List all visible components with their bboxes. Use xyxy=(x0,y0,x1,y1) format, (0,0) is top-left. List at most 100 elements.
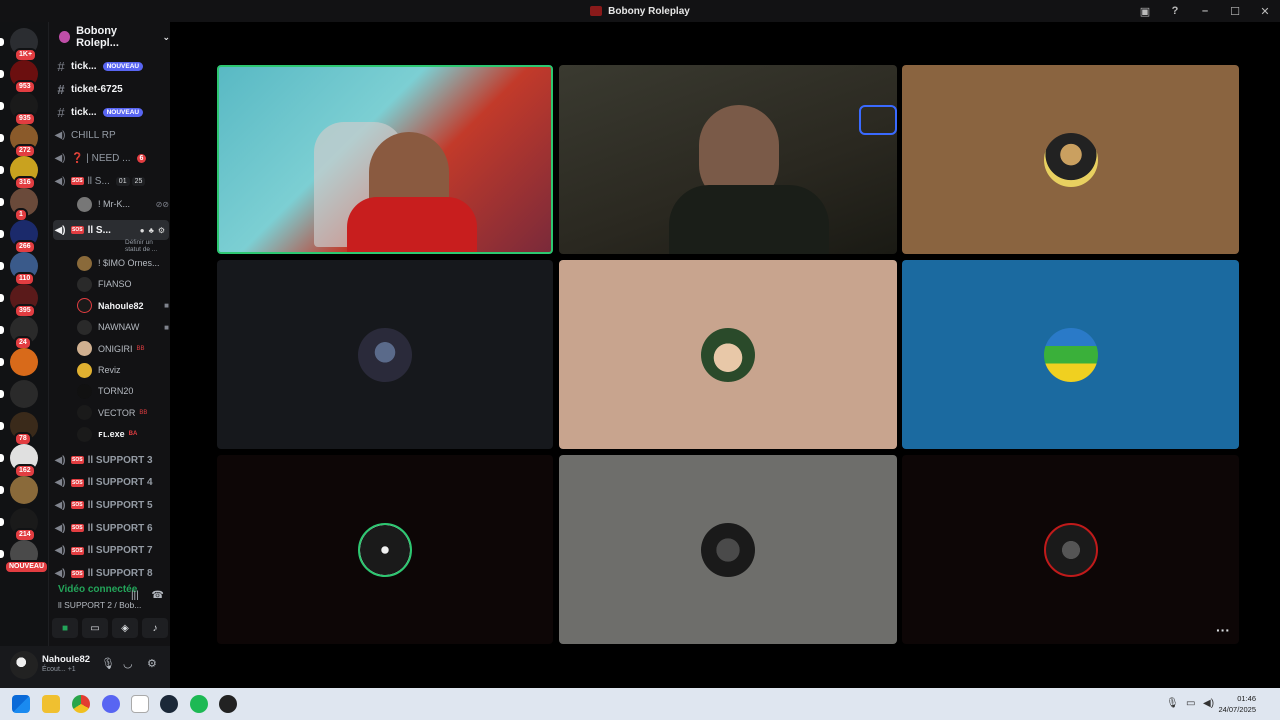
sos-icon: SOS xyxy=(71,524,84,533)
server-icon[interactable]: 110 xyxy=(10,252,38,286)
microphone-tray-icon[interactable]: 🎙 xyxy=(1166,698,1179,709)
voice-member[interactable]: TORN20 xyxy=(77,381,169,401)
windows-start-icon[interactable] xyxy=(12,695,30,713)
more-options-icon[interactable]: ··· xyxy=(1216,622,1230,638)
unread-pill xyxy=(0,38,4,46)
file-explorer-icon[interactable] xyxy=(42,695,60,713)
avatar xyxy=(77,426,92,442)
server-icon[interactable]: 214 xyxy=(10,508,38,542)
server-icon[interactable]: 272 xyxy=(10,124,38,158)
voice-member[interactable]: ONIGIRI BB xyxy=(77,339,169,359)
user-name: Nahoule82 xyxy=(42,654,91,665)
avatar xyxy=(77,405,92,421)
voice-member[interactable]: Reviz xyxy=(77,360,169,380)
video-tile-camera-1[interactable] xyxy=(217,65,553,254)
video-tile-avatar-1[interactable] xyxy=(902,65,1239,254)
server-icon[interactable]: 1K+ xyxy=(10,28,38,62)
set-status-prompt[interactable]: Définir un statut de ... xyxy=(125,239,170,253)
disconnect-icon[interactable]: ☎ xyxy=(152,590,164,601)
clock[interactable]: 01:46 24/07/2025 xyxy=(1218,693,1256,715)
volume-icon[interactable]: ◀) xyxy=(1203,698,1214,709)
server-icon[interactable]: 935 xyxy=(10,92,38,126)
activity-button[interactable]: ◈ xyxy=(112,618,138,638)
avatar xyxy=(77,255,92,271)
server-icon[interactable]: 395 xyxy=(10,284,38,318)
discord-taskbar-icon[interactable] xyxy=(102,695,120,713)
soundboard-button[interactable]: ♪ xyxy=(142,618,168,638)
inbox-icon[interactable]: ▣ xyxy=(1130,5,1160,18)
camera-icon: ■ xyxy=(164,322,169,332)
voice-channel-name[interactable]: ll SUPPORT 2 / Bob... xyxy=(58,600,141,610)
user-avatar xyxy=(701,327,755,382)
avatar xyxy=(77,298,92,314)
channel-support[interactable]: ◀) SOS ll SUPPORT 5 xyxy=(53,495,169,515)
channel-support[interactable]: ◀) SOS ll SUPPORT 4 xyxy=(53,473,169,493)
channel-need[interactable]: ◀) ❓ | NEED ... 6 xyxy=(53,148,169,168)
invite-icon[interactable]: ♣ xyxy=(149,226,154,235)
camera-button[interactable]: ■ xyxy=(52,618,78,638)
server-icon[interactable]: 78 xyxy=(10,412,38,446)
channel-ticket-6725[interactable]: # ticket-6725 xyxy=(53,79,169,99)
server-icon[interactable]: 1 xyxy=(10,188,38,222)
unread-pill xyxy=(0,550,4,558)
channel-support-2-selected[interactable]: ◀) SOS ll S... ● ♣ ⚙ xyxy=(53,220,169,240)
speaker-icon: ◀) xyxy=(54,545,66,557)
voice-status: Vidéo connectée xyxy=(58,584,138,595)
voice-member[interactable]: FIANSO xyxy=(77,274,169,294)
channel-ticket-2[interactable]: # tick... NOUVEAU xyxy=(53,102,169,122)
minimize-button[interactable]: – xyxy=(1190,5,1220,17)
gear-icon[interactable]: ⚙ xyxy=(158,226,165,235)
channel-ticket-1[interactable]: # tick... NOUVEAU xyxy=(53,56,169,76)
help-icon[interactable]: ? xyxy=(1160,5,1190,17)
server-icon[interactable]: 266 xyxy=(10,220,38,254)
spotify-icon[interactable] xyxy=(190,695,208,713)
video-tile-avatar-2[interactable] xyxy=(217,260,553,449)
capcut-icon[interactable] xyxy=(131,695,149,713)
channel-support[interactable]: ◀) SOS ll SUPPORT 3 xyxy=(53,450,169,470)
screen-share-button[interactable]: ▭ xyxy=(82,618,108,638)
sos-icon: SOS xyxy=(71,177,84,185)
server-icon[interactable]: 953 xyxy=(10,60,38,94)
voice-member[interactable]: Nahoule82 ■ xyxy=(77,296,169,316)
voice-member-mrk[interactable]: ! Mr-K... ⊘⊘ xyxy=(77,194,169,214)
video-tile-avatar-4[interactable] xyxy=(902,260,1239,449)
channel-support-1[interactable]: ◀) SOS ll S... 01 25 xyxy=(53,171,169,191)
headphones-icon[interactable]: ◡ xyxy=(123,657,133,670)
voice-member[interactable]: ! $IMO Ornes... xyxy=(77,253,169,273)
user-settings-gear-icon[interactable]: ⚙ xyxy=(147,657,157,670)
user-avatar xyxy=(1043,327,1098,382)
video-tile-camera-2[interactable] xyxy=(559,65,897,254)
server-icon[interactable]: 316 xyxy=(10,156,38,190)
server-icon[interactable] xyxy=(10,380,38,408)
network-icon[interactable]: ▭ xyxy=(1186,698,1195,709)
unread-pill xyxy=(0,518,4,526)
voice-member[interactable]: NAWNAW ■ xyxy=(77,317,169,337)
chat-icon[interactable]: ● xyxy=(140,226,145,235)
steam-icon[interactable] xyxy=(160,695,178,713)
video-tile-avatar-5[interactable] xyxy=(217,455,553,644)
guild-header[interactable]: Bobony Rolepl... ⌄ xyxy=(49,22,170,52)
video-tile-avatar-6[interactable] xyxy=(559,455,897,644)
server-icon[interactable] xyxy=(10,348,38,376)
sos-icon: SOS xyxy=(71,501,84,510)
close-button[interactable]: ✕ xyxy=(1250,5,1280,18)
chrome-icon[interactable] xyxy=(72,695,90,713)
microphone-icon[interactable]: 🎙 xyxy=(101,657,115,670)
channel-chill-rp[interactable]: ◀) CHILL RP xyxy=(53,125,169,145)
server-icon[interactable] xyxy=(10,476,38,504)
channel-support[interactable]: ◀) SOS ll SUPPORT 6 xyxy=(53,518,169,538)
app-icon[interactable] xyxy=(219,695,237,713)
server-icon[interactable]: 24 xyxy=(10,316,38,350)
server-icon[interactable]: 162 xyxy=(10,444,38,478)
voice-member[interactable]: ꜰʟ.exe BA xyxy=(77,424,169,444)
voice-member[interactable]: VECTOR BB xyxy=(77,403,169,423)
server-badge: NOUVEAU xyxy=(4,560,50,574)
channel-support[interactable]: ◀) SOS ll SUPPORT 7 xyxy=(53,541,169,561)
avatar xyxy=(77,196,92,212)
server-icon[interactable]: NOUVEAU xyxy=(4,540,50,574)
maximize-button[interactable]: ☐ xyxy=(1220,5,1250,18)
user-avatar[interactable] xyxy=(10,651,38,679)
video-tile-avatar-7[interactable] xyxy=(902,455,1239,644)
noise-suppression-icon[interactable]: ||| xyxy=(131,590,139,601)
video-tile-avatar-3[interactable] xyxy=(559,260,897,449)
